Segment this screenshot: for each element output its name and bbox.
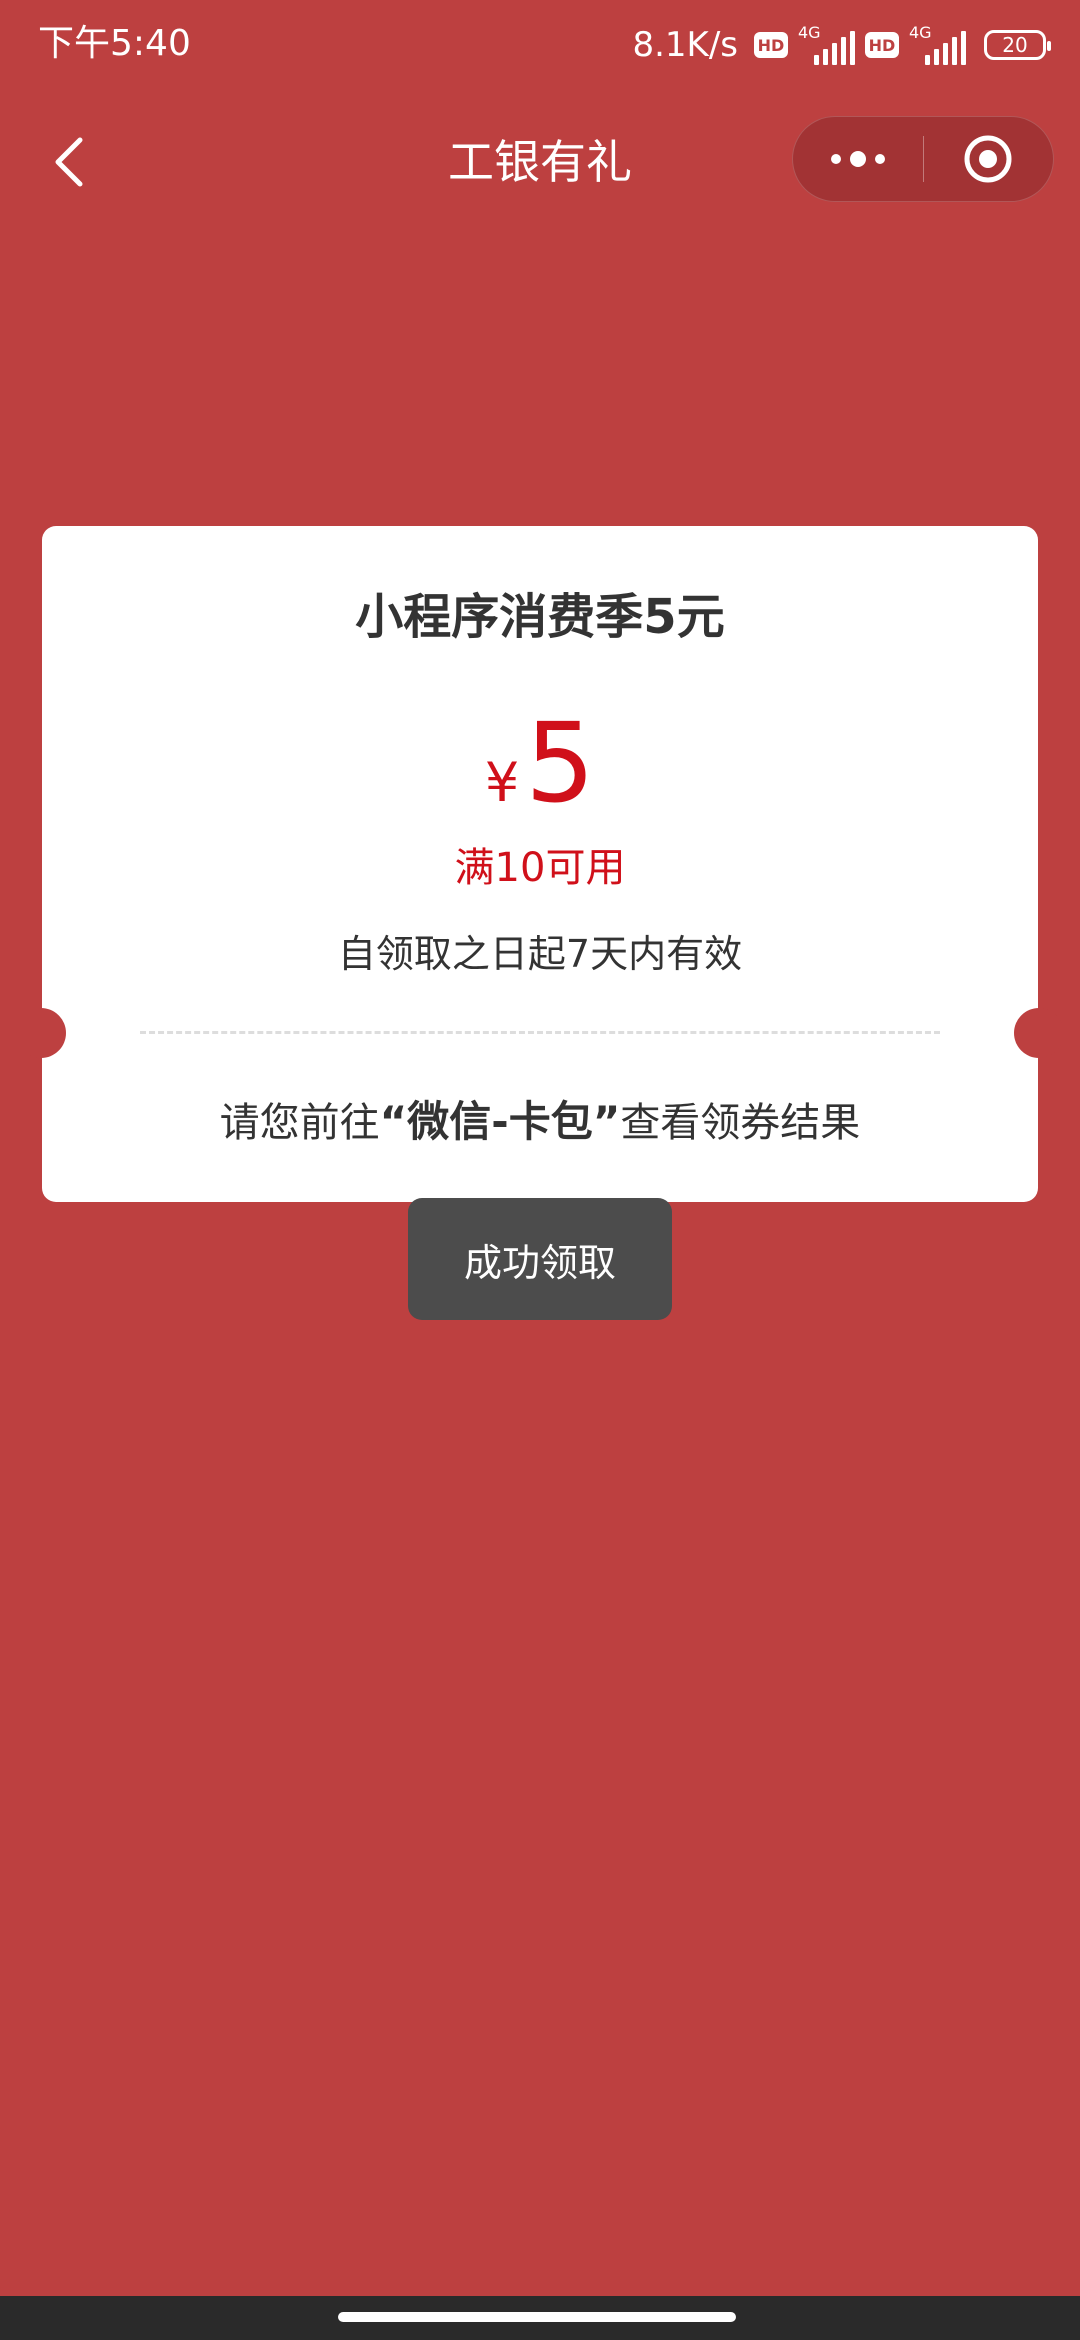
more-dots-icon — [830, 151, 885, 167]
coupon-instruction: 请您前往“微信-卡包”查看领券结果 — [42, 1092, 1038, 1153]
network-type-label: 4G — [798, 23, 821, 42]
coupon-card: 小程序消费季5元 ¥5 满10可用 自领取之日起7天内有效 请您前往“微信-卡包… — [16, 526, 1064, 1202]
hd-icon: HD — [754, 32, 788, 58]
close-button[interactable] — [924, 116, 1054, 202]
instruction-suffix: 查看领券结果 — [620, 1100, 861, 1146]
target-close-icon — [964, 135, 1012, 183]
status-time: 下午5:40 — [38, 23, 191, 64]
more-button[interactable] — [793, 116, 923, 202]
battery-level: 20 — [1002, 33, 1028, 57]
gesture-area — [0, 2296, 1080, 2340]
coupon-validity: 自领取之日起7天内有效 — [337, 932, 743, 976]
home-indicator[interactable] — [338, 2312, 736, 2322]
instruction-highlight: “微信-卡包” — [379, 1097, 621, 1146]
card-notch-right — [1014, 1008, 1064, 1058]
perforation-divider — [140, 1031, 940, 1034]
success-toast: 成功领取 — [408, 1198, 672, 1320]
signal-icon-2: 4G — [909, 23, 966, 65]
coupon-threshold: 满10可用 — [454, 845, 626, 891]
coupon-amount: 5 — [525, 699, 596, 827]
hd-icon-2: HD — [865, 32, 899, 58]
network-speed: 8.1K/s — [632, 25, 738, 65]
coupon-amount-row: ¥5 — [42, 698, 1038, 828]
network-type-label-2: 4G — [909, 23, 932, 42]
nav-bar: 工银有礼 — [0, 100, 1080, 224]
battery-icon: 20 — [984, 30, 1051, 60]
instruction-prefix: 请您前往 — [219, 1100, 380, 1146]
status-bar: 下午5:40 8.1K/s HD 4G HD 4G 20 — [0, 0, 1080, 90]
card-notch-left — [16, 1008, 66, 1058]
signal-icon: 4G — [798, 23, 855, 65]
coupon-title: 小程序消费季5元 — [355, 589, 725, 645]
status-indicators: 8.1K/s HD 4G HD 4G 20 — [632, 20, 1051, 70]
currency-symbol: ¥ — [484, 751, 520, 814]
mini-program-capsule — [792, 116, 1054, 202]
